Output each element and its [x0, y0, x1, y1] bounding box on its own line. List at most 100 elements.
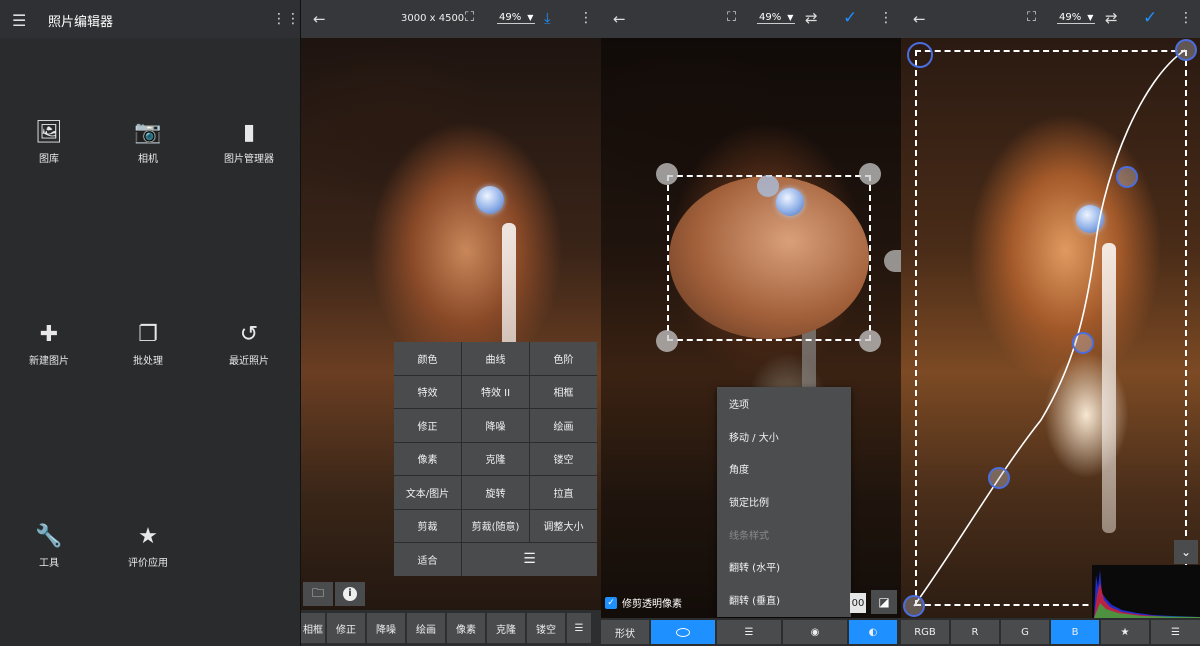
zoom-value: 49%	[759, 12, 782, 23]
menu-item-crop-free[interactable]: 剪裁(随意)	[462, 509, 529, 542]
tab-ellipse[interactable]	[651, 620, 715, 644]
rotate-side-handle[interactable]	[884, 250, 901, 272]
crop-handle-top-right[interactable]	[859, 163, 881, 185]
zoom-selector[interactable]: 49% ▼	[1057, 12, 1096, 24]
collapse-button[interactable]: ⌄	[1174, 540, 1198, 564]
menu-item-effects-2[interactable]: 特效 II	[462, 375, 529, 408]
bottom-menu-button[interactable]: ☰	[567, 613, 591, 643]
zoom-selector[interactable]: 49% ▼	[757, 12, 796, 24]
curve-point-origin[interactable]	[907, 42, 933, 68]
ctx-item-lock-ratio[interactable]: 锁定比例	[717, 485, 851, 518]
tab-contrast[interactable]: ◐	[849, 620, 897, 644]
menu-item-resize[interactable]: 调整大小	[530, 509, 597, 542]
more-vert-icon[interactable]: ⋮	[879, 10, 893, 26]
back-arrow-icon[interactable]: ←	[613, 10, 626, 28]
ctx-item-flip-vertical[interactable]: 翻转 (垂直)	[717, 583, 851, 616]
aspect-button[interactable]: ◪	[871, 590, 897, 614]
tab-menu[interactable]: ☰	[1151, 620, 1200, 644]
menu-item-levels[interactable]: 色阶	[530, 342, 597, 375]
download-icon[interactable]: ⤓	[544, 9, 551, 27]
target-icon: ◉	[810, 626, 820, 638]
bottom-tool-pixel[interactable]: 像素	[447, 613, 485, 643]
menu-item-effects[interactable]: 特效	[394, 375, 461, 408]
tab-shape[interactable]: 形状	[601, 620, 649, 644]
menu-item-clone[interactable]: 克隆	[462, 442, 529, 475]
menu-item-text-image[interactable]: 文本/图片	[394, 476, 461, 509]
crop-handle-top-left[interactable]	[656, 163, 678, 185]
home-item-image-manager[interactable]: ▮ 图片管理器	[209, 118, 289, 165]
ctx-item-options[interactable]: 选项	[717, 387, 851, 420]
bottom-tool-correct[interactable]: 修正	[327, 613, 365, 643]
check-icon[interactable]: ✓	[843, 8, 857, 28]
fullscreen-icon[interactable]: ⛶	[465, 10, 474, 25]
back-arrow-icon[interactable]: ←	[313, 10, 326, 28]
bottom-tool-frame[interactable]: 相框	[301, 613, 325, 643]
curve-line[interactable]	[901, 0, 1200, 646]
curve-point-1[interactable]	[1116, 166, 1138, 188]
partial-value-field[interactable]: 00	[850, 593, 866, 613]
star-icon: ★	[138, 524, 158, 549]
bottom-tool-paint[interactable]: 绘画	[407, 613, 445, 643]
home-item-tools[interactable]: 🔧 工具	[9, 522, 89, 569]
more-vert-icon[interactable]: ⋮	[1179, 10, 1193, 26]
bottom-tool-cutout[interactable]: 镂空	[527, 613, 565, 643]
checkbox-checked-icon[interactable]: ✓	[605, 596, 617, 609]
menu-item-correct[interactable]: 修正	[394, 409, 461, 442]
menu-item-denoise[interactable]: 降噪	[462, 409, 529, 442]
dropdown-arrow-icon: ▼	[787, 13, 794, 22]
crop-handle-bottom-right[interactable]	[859, 330, 881, 352]
info-icon: i	[343, 587, 357, 601]
folder-button[interactable]: 🗀	[303, 582, 333, 606]
fullscreen-icon[interactable]: ⛶	[1027, 10, 1036, 25]
menu-item-rotate[interactable]: 旋转	[462, 476, 529, 509]
tab-b[interactable]: B	[1051, 620, 1099, 644]
crop-handle-bottom-left[interactable]	[656, 330, 678, 352]
bottom-tool-clone[interactable]: 克隆	[487, 613, 525, 643]
zoom-selector[interactable]: 49% ▼	[497, 12, 536, 24]
menu-item-color[interactable]: 颜色	[394, 342, 461, 375]
tab-g[interactable]: G	[1001, 620, 1049, 644]
crop-selection-box[interactable]	[667, 175, 871, 341]
trim-transparent-option[interactable]: ✓ 修剪透明像素	[605, 595, 682, 610]
aspect-ratio-icon: ◪	[878, 595, 890, 609]
bottom-tool-denoise[interactable]: 降噪	[367, 613, 405, 643]
ctx-item-flip-horizontal[interactable]: 翻转 (水平)	[717, 550, 851, 583]
menu-item-paint[interactable]: 绘画	[530, 409, 597, 442]
home-item-new-image[interactable]: ✚ 新建图片	[9, 320, 89, 367]
curve-point-2[interactable]	[1072, 332, 1094, 354]
swap-icon[interactable]: ⇄	[1105, 9, 1118, 27]
home-item-camera[interactable]: 📷 相机	[108, 118, 188, 165]
menu-item-straighten[interactable]: 拉直	[530, 476, 597, 509]
check-icon[interactable]: ✓	[1143, 8, 1157, 28]
fullscreen-icon[interactable]: ⛶	[727, 10, 736, 25]
ctx-item-move-size[interactable]: 移动 / 大小	[717, 420, 851, 453]
menu-item-pixel[interactable]: 像素	[394, 442, 461, 475]
curve-point-3[interactable]	[988, 467, 1010, 489]
folder-icon: 🗀	[311, 585, 324, 600]
menu-item-fit[interactable]: 适合	[394, 543, 461, 576]
home-item-gallery[interactable]: 🖼 图库	[9, 118, 89, 165]
tab-rgb[interactable]: RGB	[901, 620, 949, 644]
tab-lines[interactable]: ☰	[717, 620, 781, 644]
tab-target[interactable]: ◉	[783, 620, 847, 644]
sort-button[interactable]: ☰	[462, 543, 597, 576]
home-item-rate[interactable]: ★ 评价应用	[108, 522, 188, 569]
swap-icon[interactable]: ⇄	[805, 9, 818, 27]
info-button[interactable]: i	[335, 582, 365, 606]
tab-r[interactable]: R	[951, 620, 999, 644]
menu-item-frame[interactable]: 相框	[530, 375, 597, 408]
back-arrow-icon[interactable]: ←	[913, 10, 926, 28]
tab-presets[interactable]: ★	[1101, 620, 1149, 644]
menu-item-crop[interactable]: 剪裁	[394, 509, 461, 542]
hamburger-menu-icon[interactable]: ☰	[12, 11, 26, 30]
menu-item-cutout[interactable]: 镂空	[530, 442, 597, 475]
menu-item-curves[interactable]: 曲线	[462, 342, 529, 375]
crop-rotate-handle[interactable]	[757, 175, 779, 197]
home-item-recent[interactable]: ↺ 最近照片	[209, 320, 289, 367]
curve-point-bottom-left[interactable]	[903, 595, 925, 617]
more-vert-icon[interactable]: ⋮	[579, 10, 593, 26]
apps-grid-icon[interactable]: ⋮⋮	[272, 11, 300, 27]
curve-point-top-right[interactable]	[1175, 39, 1197, 61]
home-item-batch[interactable]: ❐ 批处理	[108, 320, 188, 367]
ctx-item-angle[interactable]: 角度	[717, 452, 851, 485]
